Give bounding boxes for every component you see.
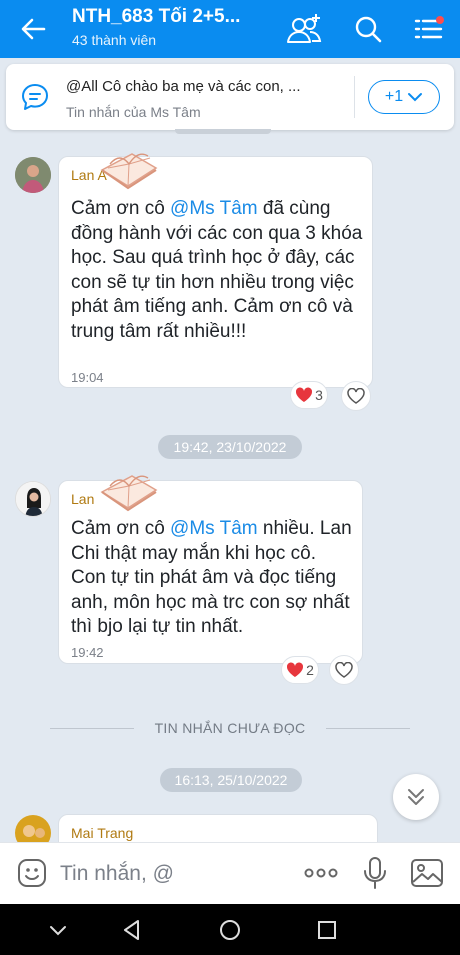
sticker-icon[interactable] xyxy=(16,857,48,889)
mention-link[interactable]: @Ms Tâm xyxy=(170,198,258,219)
scroll-tab xyxy=(175,129,271,134)
message-input[interactable]: Tin nhắn, @ xyxy=(60,862,174,886)
group-title[interactable]: NTH_683 Tối 2+5... xyxy=(72,6,257,28)
book-sticker-icon xyxy=(100,475,158,512)
recent-apps-square-icon[interactable] xyxy=(313,916,341,944)
red-heart-icon xyxy=(287,662,304,677)
message-text: Cảm ơn cô @Ms Tâm đã cùng đồng hành với … xyxy=(71,197,367,344)
chat-header: NTH_683 Tối 2+5... 43 thành viên xyxy=(0,0,460,58)
notification-dot xyxy=(436,16,444,24)
message-input-bar: Tin nhắn, @ xyxy=(0,842,460,904)
reaction-count: 2 xyxy=(306,662,314,678)
sender-name[interactable]: Mai Trang xyxy=(71,825,133,841)
reaction-count-badge[interactable]: 3 xyxy=(290,381,328,409)
reaction-count-badge[interactable]: 2 xyxy=(281,656,319,684)
book-sticker-icon xyxy=(100,153,158,190)
date-separator: 19:42, 23/10/2022 xyxy=(158,435,302,459)
red-heart-icon xyxy=(296,387,313,402)
more-pinned-button[interactable]: +1 xyxy=(368,80,440,114)
message-time: 19:04 xyxy=(71,370,104,385)
more-pinned-label: +1 xyxy=(384,88,404,105)
avatar[interactable] xyxy=(15,481,51,517)
avatar[interactable] xyxy=(15,157,51,193)
more-options-icon[interactable] xyxy=(302,861,340,885)
scroll-to-bottom-button[interactable] xyxy=(393,774,439,820)
heart-outline-icon xyxy=(335,662,353,678)
unread-divider: TIN NHẮN CHƯA ĐỌC xyxy=(50,717,410,739)
add-member-icon[interactable] xyxy=(286,12,322,46)
pinned-sender: Tin nhắn của Ms Tâm xyxy=(66,104,201,120)
back-arrow-icon[interactable] xyxy=(18,14,48,44)
message-text: Cảm ơn cô @Ms Tâm nhiều. Lan Chi thật ma… xyxy=(71,517,355,640)
unread-label: TIN NHẮN CHƯA ĐỌC xyxy=(154,720,306,736)
search-icon[interactable] xyxy=(350,12,386,46)
message-time: 19:42 xyxy=(71,645,104,660)
message-text-start: Cảm ơn cô xyxy=(71,518,171,539)
hide-keyboard-chevron-icon[interactable] xyxy=(44,916,72,944)
react-button[interactable] xyxy=(341,381,371,411)
heart-outline-icon xyxy=(347,388,365,404)
sender-name[interactable]: Lan xyxy=(71,491,94,507)
divider xyxy=(354,76,355,118)
mention-link[interactable]: @Ms Tâm xyxy=(170,518,258,539)
image-gallery-icon[interactable] xyxy=(410,857,444,889)
react-button[interactable] xyxy=(329,655,359,685)
home-circle-icon[interactable] xyxy=(216,916,244,944)
date-separator: 16:13, 25/10/2022 xyxy=(160,768,302,792)
message-text-rest: đã cùng đồng hành với các con qua 3 khóa… xyxy=(71,198,363,342)
microphone-icon[interactable] xyxy=(362,856,388,890)
system-navigation-bar xyxy=(0,904,460,955)
menu-list-icon[interactable] xyxy=(410,12,446,46)
pinned-text: @All Cô chào ba mẹ và các con, ... xyxy=(66,78,301,95)
pinned-message-bar[interactable]: @All Cô chào ba mẹ và các con, ... Tin n… xyxy=(6,64,454,130)
chevron-down-icon xyxy=(408,93,423,102)
reaction-count: 3 xyxy=(315,387,323,403)
back-triangle-icon[interactable] xyxy=(118,916,146,944)
double-chevron-down-icon xyxy=(408,789,424,805)
chat-bubble-icon xyxy=(22,84,48,110)
message-text-start: Cảm ơn cô xyxy=(71,198,171,219)
member-count[interactable]: 43 thành viên xyxy=(72,32,156,48)
